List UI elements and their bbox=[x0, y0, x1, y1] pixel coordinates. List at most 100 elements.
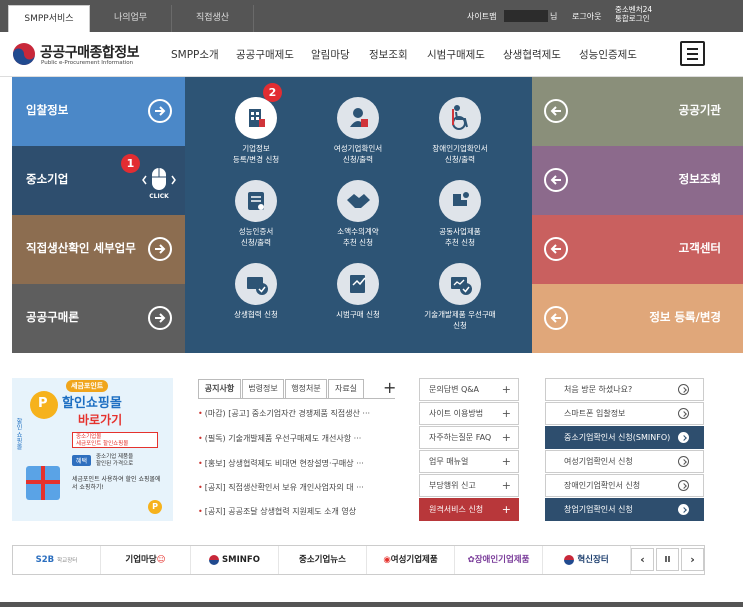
left-menu-sme[interactable]: 중소기업 1 CLICK bbox=[12, 146, 185, 215]
flower-logo-icon: ✿ bbox=[467, 555, 475, 565]
banner-bizinfo[interactable]: 기업마당☺ bbox=[101, 546, 191, 574]
disabled-company-cert-item[interactable]: 장애인기업확인서 신청/출력 bbox=[415, 97, 505, 165]
cert-link-startup-cert[interactable]: 창업기업확인서 신청 bbox=[545, 498, 704, 521]
company-info-register-item[interactable]: 2 기업정보 등록/변경 신청 bbox=[211, 83, 301, 165]
nav-performance-cert[interactable]: 성능인증제도 bbox=[579, 47, 637, 62]
cert-link-first-visit[interactable]: 처음 방문 하셨나요? bbox=[545, 378, 704, 401]
cooperation-apply-item[interactable]: 상생협력 신청 bbox=[211, 263, 301, 320]
right-menu-label: 정보조회 bbox=[678, 172, 721, 186]
arrow-right-icon[interactable] bbox=[148, 99, 172, 123]
banner-label: 중소기업뉴스 bbox=[299, 555, 346, 565]
right-menu-public-institution[interactable]: 공공기관 bbox=[532, 77, 743, 146]
performance-cert-item[interactable]: 성능인증서 신청/출력 bbox=[211, 180, 301, 248]
promo-desc-line2: 할인된 가격으로 bbox=[96, 461, 134, 467]
arrow-right-icon[interactable] bbox=[148, 306, 172, 330]
sso-label-line2[interactable]: 통합로그인 bbox=[615, 14, 650, 24]
notice-item[interactable]: • [홍보] 상생협력제도 비대면 현장설명·구매상 ··· bbox=[198, 458, 398, 469]
woman-icon bbox=[337, 97, 379, 139]
quick-link-remote-service[interactable]: 원격서비스 신청 + bbox=[419, 498, 519, 521]
notice-more-button[interactable]: + bbox=[383, 380, 396, 396]
arrow-left-icon[interactable] bbox=[544, 237, 568, 261]
banner-prev-button[interactable]: ‹ bbox=[631, 548, 654, 571]
right-menu-info-register[interactable]: 정보 등록/변경 bbox=[532, 284, 743, 353]
notice-item-text: [홍보] 상생협력제도 비대면 현장설명·구매상 ··· bbox=[204, 459, 364, 468]
go-arrow-icon bbox=[678, 432, 689, 443]
banner-women-products[interactable]: ◉여성기업제품 bbox=[367, 546, 455, 574]
quick-link-manual[interactable]: 업무 매뉴얼 + bbox=[419, 450, 519, 473]
cert-link-mobile-bid[interactable]: 스마트폰 입찰정보 bbox=[545, 402, 704, 425]
left-menu-bid-info[interactable]: 입찰정보 bbox=[12, 77, 185, 146]
nav-pilot-purchase[interactable]: 시범구매제도 bbox=[427, 47, 485, 62]
right-menu-info-search[interactable]: 정보조회 bbox=[532, 146, 743, 215]
step-badge-2: 2 bbox=[263, 83, 282, 102]
nav-notice[interactable]: 알림마당 bbox=[311, 47, 350, 62]
cert-link-disabled-cert[interactable]: 장애인기업확인서 신청 bbox=[545, 474, 704, 497]
tab-my-work[interactable]: 나의업무 bbox=[90, 5, 172, 32]
nav-smpp-intro[interactable]: SMPP소개 bbox=[171, 47, 219, 62]
item-label-line2: 등록/변경 신청 bbox=[232, 155, 280, 164]
tab-admin-penalty[interactable]: 행정처분 bbox=[285, 379, 327, 399]
pilot-purchase-apply-item[interactable]: 시범구매 신청 bbox=[313, 263, 403, 320]
notice-item-text: [공지] 직접생산확인서 보유 개인사업자의 대 ··· bbox=[204, 483, 364, 492]
tech-product-priority-item[interactable]: 기술개발제품 우선구매 신청 bbox=[415, 263, 505, 331]
logo-icon[interactable] bbox=[12, 42, 36, 69]
left-menu-label: 입찰정보 bbox=[26, 103, 69, 117]
item-label-line1: 기술개발제품 우선구매 bbox=[424, 310, 496, 319]
arrow-left-icon[interactable] bbox=[544, 168, 568, 192]
nav-cooperation[interactable]: 상생협력제도 bbox=[503, 47, 561, 62]
tab-smpp-service[interactable]: SMPP서비스 bbox=[8, 5, 90, 32]
left-menu-label: 공공구매론 bbox=[26, 310, 79, 324]
tab-notice[interactable]: 공지사항 bbox=[198, 379, 241, 399]
item-label-line1: 성능인증서 bbox=[238, 227, 274, 236]
bullet-icon: • bbox=[198, 409, 203, 418]
logout-link[interactable]: 로그아웃 bbox=[572, 11, 601, 22]
right-menu-customer-center[interactable]: 고객센터 bbox=[532, 215, 743, 284]
plus-icon: + bbox=[501, 383, 511, 396]
item-label-line1: 기업정보 bbox=[242, 144, 270, 153]
banner-next-button[interactable]: › bbox=[681, 548, 704, 571]
banner-innovation-market[interactable]: 혁신장터 bbox=[543, 546, 631, 574]
menu-hamburger-icon[interactable] bbox=[680, 41, 705, 66]
quick-link-report[interactable]: 부당행위 신고 + bbox=[419, 474, 519, 497]
tax-point-promo-banner[interactable]: 세금포인트 P 할인쇼핑몰 바로가기 할인 쇼핑몰 중소기업몰 세금포인트 할인… bbox=[12, 378, 173, 521]
cert-link-label: 처음 방문 하셨나요? bbox=[564, 385, 633, 394]
arrow-left-icon[interactable] bbox=[544, 99, 568, 123]
cert-link-sme-cert[interactable]: 중소기업확인서 신청(SMINFO) bbox=[545, 426, 704, 449]
go-arrow-icon bbox=[678, 408, 689, 419]
tab-law-info[interactable]: 법령정보 bbox=[242, 379, 284, 399]
promo-title-line1: 할인쇼핑몰 bbox=[62, 396, 122, 411]
nav-procurement-system[interactable]: 공공구매제도 bbox=[236, 47, 294, 62]
banner-s2b[interactable]: S2B 학교장터 bbox=[13, 546, 101, 574]
tab-direct-production[interactable]: 직접생산 bbox=[172, 5, 254, 32]
banner-disabled-products[interactable]: ✿장애인기업제품 bbox=[455, 546, 543, 574]
left-menu-public-loan[interactable]: 공공구매론 bbox=[12, 284, 185, 353]
plus-icon: + bbox=[501, 455, 511, 468]
left-menu-label: 직접생산확인 세부업무 bbox=[26, 241, 136, 255]
banner-sminfo[interactable]: SMINFO bbox=[191, 546, 279, 574]
quick-link-faq[interactable]: 자주하는질문 FAQ + bbox=[419, 426, 519, 449]
quick-link-site-guide[interactable]: 사이트 이용방법 + bbox=[419, 402, 519, 425]
cert-link-women-cert[interactable]: 여성기업확인서 신청 bbox=[545, 450, 704, 473]
notice-item[interactable]: • [공지] 공공조달 상생협력 지원제도 소개 영상 bbox=[198, 506, 398, 517]
arrow-left-icon[interactable] bbox=[544, 306, 568, 330]
notice-item[interactable]: • (필독) 기술개발제품 우선구매제도 개선사항 ··· bbox=[198, 433, 398, 444]
tab-library[interactable]: 자료실 bbox=[328, 379, 364, 399]
women-company-cert-item[interactable]: 여성기업확인서 신청/출력 bbox=[313, 97, 403, 165]
banner-sme-news[interactable]: 중소기업뉴스 bbox=[279, 546, 367, 574]
item-label-line2: 신청/출력 bbox=[444, 155, 476, 164]
quick-link-qna[interactable]: 문의답변 Q&A + bbox=[419, 378, 519, 401]
banner-pause-button[interactable]: II bbox=[656, 548, 679, 571]
left-menu-label: 중소기업 bbox=[26, 172, 69, 186]
logo-title[interactable]: 공공구매종합정보 bbox=[40, 42, 140, 62]
site-map-link[interactable]: 사이트맵 bbox=[467, 11, 496, 22]
arrow-right-icon[interactable] bbox=[148, 237, 172, 261]
small-contract-item[interactable]: 소액수의계약 추천 신청 bbox=[313, 180, 403, 248]
left-menu-direct-production[interactable]: 직접생산확인 세부업무 bbox=[12, 215, 185, 284]
joint-business-product-item[interactable]: 공동사업제품 추천 신청 bbox=[415, 180, 505, 248]
certificate-icon bbox=[235, 180, 277, 222]
notice-item[interactable]: • [공지] 직접생산확인서 보유 개인사업자의 대 ··· bbox=[198, 482, 398, 493]
notice-item[interactable]: • (마감) [공고] 중소기업자간 경쟁제품 직접생산 ··· bbox=[198, 408, 398, 419]
item-label-line2: 추천 신청 bbox=[445, 238, 475, 247]
nav-info-search[interactable]: 정보조회 bbox=[369, 47, 408, 62]
promo-desc-line1: 중소기업 제품을 bbox=[96, 454, 134, 460]
